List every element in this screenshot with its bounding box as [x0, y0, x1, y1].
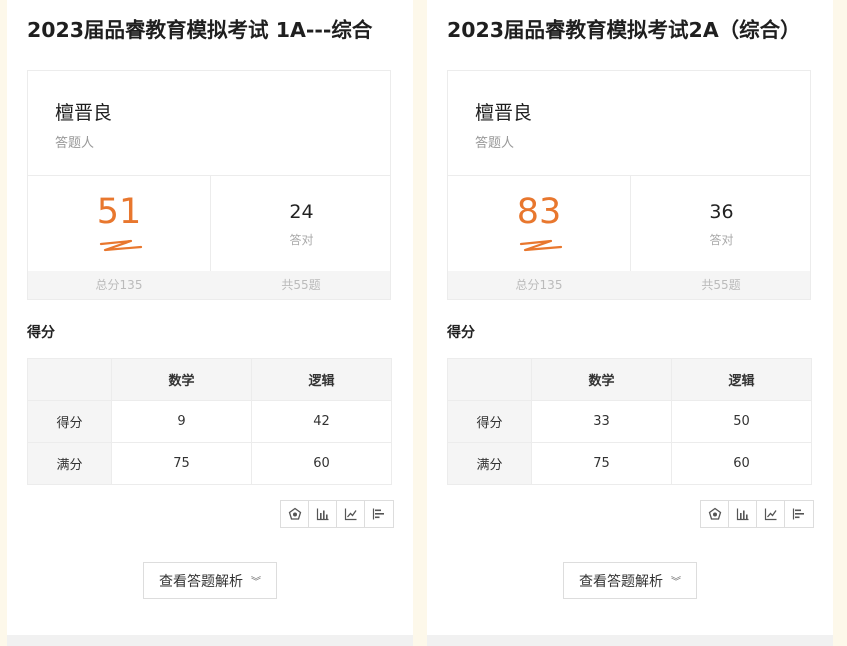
view-answer-analysis-button[interactable]: 查看答题解析 ︾ [143, 562, 277, 599]
score-underline-icon [519, 239, 563, 252]
card-footer: 总分135 共55题 [448, 271, 810, 299]
correct-cell: 36 答对 [631, 176, 812, 271]
score-table: 数学 逻辑 得分 33 50 满分 75 60 [447, 358, 812, 485]
table-cell: 75 [111, 442, 252, 485]
respondent-label: 答题人 [475, 136, 515, 151]
panel-bottom-strip [427, 635, 833, 646]
bar-chart-icon[interactable] [309, 501, 337, 527]
table-cell: 60 [671, 442, 812, 485]
correct-count: 24 [289, 201, 314, 223]
chart-type-switcher [700, 500, 814, 528]
table-row-label: 满分 [447, 442, 532, 485]
table-cell: 50 [671, 400, 812, 443]
table-row: 得分 33 50 [447, 400, 812, 443]
respondent-name: 檀晋良 [55, 102, 113, 124]
chart-type-switcher [280, 500, 394, 528]
correct-cell: 24 答对 [211, 176, 392, 271]
view-answer-analysis-button[interactable]: 查看答题解析 ︾ [563, 562, 697, 599]
table-header-cell: 逻辑 [251, 358, 392, 401]
double-chevron-down-icon: ︾ [251, 577, 261, 588]
score-section-title: 得分 [27, 325, 55, 341]
table-header-cell: 数学 [111, 358, 252, 401]
total-score-label: 总分135 [95, 278, 143, 292]
view-button-label: 查看答题解析 [159, 573, 243, 590]
table-header-cell: 逻辑 [671, 358, 812, 401]
exam-result-panel-1: 2023届品睿教育模拟考试 1A---综合 檀晋良 答题人 51 24 答对 总… [7, 0, 413, 646]
horizontal-bar-chart-icon[interactable] [785, 501, 813, 527]
exam-title: 2023届品睿教育模拟考试 1A---综合 [27, 18, 373, 42]
table-row-label: 得分 [447, 400, 532, 443]
bar-chart-icon[interactable] [729, 501, 757, 527]
total-questions-label: 共55题 [281, 278, 321, 292]
respondent-name: 檀晋良 [475, 102, 533, 124]
table-header-row: 数学 逻辑 [27, 358, 392, 401]
line-chart-icon[interactable] [757, 501, 785, 527]
result-card: 檀晋良 答题人 51 24 答对 总分135 共55题 [27, 70, 391, 300]
radar-chart-icon[interactable] [281, 501, 309, 527]
table-header-cell [447, 358, 532, 401]
correct-label: 答对 [289, 233, 314, 247]
total-score-label: 总分135 [515, 278, 563, 292]
total-score-value: 83 [516, 192, 562, 232]
correct-label: 答对 [709, 233, 734, 247]
table-row: 得分 9 42 [27, 400, 392, 443]
line-chart-icon[interactable] [337, 501, 365, 527]
total-questions-label: 共55题 [701, 278, 741, 292]
table-header-cell [27, 358, 112, 401]
table-row-label: 得分 [27, 400, 112, 443]
respondent-label: 答题人 [55, 136, 95, 151]
score-cell: 83 [448, 176, 630, 271]
card-footer: 总分135 共55题 [28, 271, 390, 299]
view-button-label: 查看答题解析 [579, 573, 663, 590]
panel-bottom-strip [7, 635, 413, 646]
score-cell: 51 [28, 176, 210, 271]
table-cell: 75 [531, 442, 672, 485]
table-cell: 33 [531, 400, 672, 443]
score-section-title: 得分 [447, 325, 475, 341]
table-cell: 42 [251, 400, 392, 443]
exam-result-panel-2: 2023届品睿教育模拟考试2A（综合） 檀晋良 答题人 83 36 答对 总分1… [427, 0, 833, 646]
table-cell: 60 [251, 442, 392, 485]
table-row: 满分 75 60 [27, 442, 392, 485]
table-row-label: 满分 [27, 442, 112, 485]
score-table: 数学 逻辑 得分 9 42 满分 75 60 [27, 358, 392, 485]
table-header-cell: 数学 [531, 358, 672, 401]
correct-count: 36 [709, 201, 734, 223]
radar-chart-icon[interactable] [701, 501, 729, 527]
horizontal-bar-chart-icon[interactable] [365, 501, 393, 527]
exam-title: 2023届品睿教育模拟考试2A（综合） [447, 18, 801, 42]
result-card: 檀晋良 答题人 83 36 答对 总分135 共55题 [447, 70, 811, 300]
table-cell: 9 [111, 400, 252, 443]
table-row: 满分 75 60 [447, 442, 812, 485]
double-chevron-down-icon: ︾ [671, 577, 681, 588]
total-score-value: 51 [96, 192, 142, 232]
score-underline-icon [99, 239, 143, 252]
table-header-row: 数学 逻辑 [447, 358, 812, 401]
